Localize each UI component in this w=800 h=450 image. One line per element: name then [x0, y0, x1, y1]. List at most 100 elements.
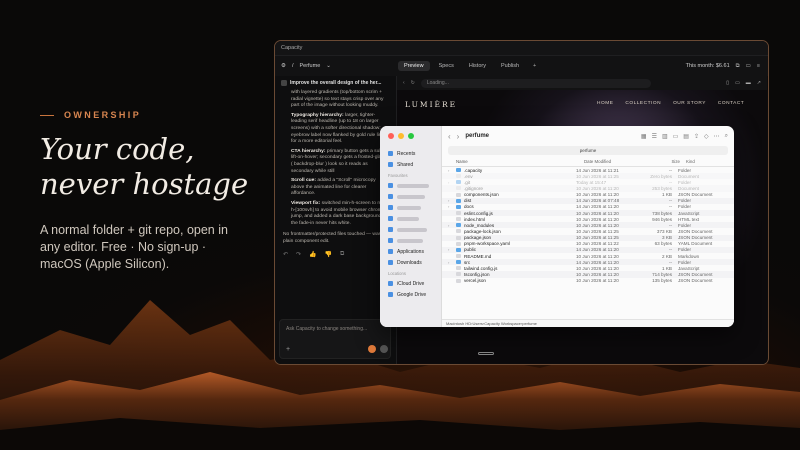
undo-icon[interactable]: ↶	[283, 251, 288, 258]
disclosure-triangle-icon[interactable]: ›	[448, 204, 456, 209]
file-size: 1 KB	[662, 192, 672, 198]
disclosure-triangle-icon[interactable]: ›	[448, 198, 456, 203]
file-row[interactable]: .gitignore 10 Jun 2026 at 11:20 253 bytes D…	[442, 185, 734, 192]
site-nav-item[interactable]: OUR STORY	[673, 101, 706, 106]
file-row[interactable]: tsconfig.json 10 Jun 2026 at 11:20 714 byt…	[442, 271, 734, 278]
sidebar-item-applications[interactable]: Applications	[380, 246, 441, 257]
status-path-segment[interactable]: perfume	[522, 321, 537, 326]
sidebar-item-favorite[interactable]	[380, 213, 441, 224]
thumbs-down-icon[interactable]: 👎	[325, 251, 332, 258]
tag-icon[interactable]: ◇	[704, 133, 709, 140]
tab-specs[interactable]: Specs	[433, 61, 460, 71]
sidebar-item-label: Google Drive	[397, 291, 427, 298]
tablet-icon[interactable]: ▭	[735, 80, 740, 86]
sidebar-item-favorite[interactable]	[380, 191, 441, 202]
sidebar-item-shared[interactable]: Shared	[380, 159, 441, 170]
external-link-icon[interactable]: ↗	[757, 80, 761, 86]
copy-icon[interactable]: ⧉	[340, 251, 344, 258]
sidebar-item-favorite[interactable]	[380, 235, 441, 246]
attach-icon[interactable]: +	[286, 346, 290, 353]
file-row[interactable]: › dist 14 Jun 2026 at 07:48 -- Folder	[442, 197, 734, 204]
file-row[interactable]: › src 14 Jun 2026 at 11:20 -- Folder	[442, 259, 734, 266]
sidebar-item-recents[interactable]: Recents	[380, 148, 441, 159]
forward-icon[interactable]: ›	[457, 132, 460, 141]
sidebar-item-google-drive[interactable]: Google Drive	[380, 289, 441, 300]
disclosure-triangle-icon[interactable]: ›	[448, 168, 456, 173]
app-toolbar: ⚙ / Perfume ⌄ Preview Specs History Publish…	[275, 56, 768, 76]
site-nav-item[interactable]: HOME	[597, 101, 613, 106]
tab-publish[interactable]: Publish	[495, 61, 525, 71]
send-button[interactable]	[380, 345, 388, 353]
phone-icon[interactable]: ▯	[726, 80, 729, 86]
file-date: 10 Jun 2026 at 11:20	[576, 253, 619, 259]
col-date[interactable]: Date Modified	[584, 159, 650, 164]
file-row[interactable]: package.json 10 Jun 2026 at 11:25 3 KB JSON…	[442, 234, 734, 241]
file-row[interactable]: › docs 14 Jun 2026 at 11:20 -- Folder	[442, 204, 734, 210]
sidebar-item-icloud-drive[interactable]: iCloud Drive	[380, 278, 441, 289]
minimize-button[interactable]	[398, 133, 404, 139]
status-path-segment[interactable]: Capacity Workspace	[484, 321, 521, 326]
menu-icon[interactable]: ≡	[757, 63, 760, 70]
sidebar-item-downloads[interactable]: Downloads	[380, 257, 441, 268]
search-icon[interactable]: ⌕	[725, 133, 728, 140]
locations-label: Locations	[388, 271, 406, 276]
file-name-cell: › docs	[448, 204, 576, 209]
file-row[interactable]: index.html 10 Jun 2026 at 11:20 946 bytes H…	[442, 216, 734, 222]
folder-icon[interactable]: ▭	[746, 63, 751, 70]
split-view-icon[interactable]: ⧉	[736, 63, 740, 70]
file-row[interactable]: vercel.json 10 Jun 2026 at 11:20 135 bytes…	[442, 278, 734, 284]
site-nav-item[interactable]: CONTACT	[718, 101, 744, 106]
close-button[interactable]	[388, 133, 394, 139]
tab-preview[interactable]: Preview	[398, 61, 430, 71]
disclosure-triangle-icon[interactable]: ›	[448, 180, 456, 185]
project-switcher[interactable]: ⚙ / Perfume ⌄	[275, 63, 395, 69]
file-row[interactable]: package-lock.json 10 Jun 2026 at 11:25 373…	[442, 228, 734, 234]
file-row[interactable]: components.json 10 Jun 2026 at 11:20 1 KB J…	[442, 192, 734, 198]
reload-icon[interactable]: ↻	[411, 80, 415, 86]
disclosure-triangle-icon[interactable]: ›	[448, 260, 456, 265]
column-view-icon[interactable]: ▥	[662, 133, 668, 140]
chat-input[interactable]: Ask Capacity to change something... +	[279, 319, 391, 359]
status-path-segment[interactable]: Macintosh HD	[446, 321, 471, 326]
file-kind: Folder	[678, 247, 692, 253]
file-row[interactable]: pnpm-workspace.yaml 10 Jun 2026 at 11:22 6…	[442, 241, 734, 247]
share-icon[interactable]: ⇪	[694, 133, 699, 140]
subcopy: A normal folder + git repo, open in any …	[40, 223, 228, 271]
address-field[interactable]: Loading...	[420, 78, 651, 88]
back-icon[interactable]: ‹	[403, 80, 405, 86]
file-name-cell: tsconfig.json	[448, 272, 576, 277]
zoom-button[interactable]	[408, 133, 414, 139]
more-icon[interactable]: ⋯	[714, 133, 720, 140]
file-row[interactable]: › public 14 Jun 2026 at 11:20 -- Folder	[442, 246, 734, 253]
thumbs-up-icon[interactable]: 👍	[309, 251, 316, 258]
list-view-icon[interactable]: ☰	[652, 133, 657, 140]
group-icon[interactable]: ▤	[683, 133, 689, 140]
col-kind[interactable]: Kind	[684, 159, 734, 164]
disclosure-triangle-icon[interactable]: ›	[448, 223, 456, 228]
gallery-view-icon[interactable]: ▭	[673, 133, 679, 140]
response-intro: with layered gradients (top/bottom scrim…	[291, 90, 384, 109]
settings-icon[interactable]: ⚙	[281, 63, 286, 69]
stop-button[interactable]	[368, 345, 376, 353]
file-row[interactable]: › node_modules 10 Jun 2026 at 11:20 -- Folde…	[442, 222, 734, 229]
col-size[interactable]: Size	[650, 159, 684, 164]
redo-icon[interactable]: ↷	[296, 251, 301, 258]
grid-view-icon[interactable]: ▦	[641, 133, 647, 140]
sidebar-item-favorite[interactable]	[380, 180, 441, 191]
file-row[interactable]: eslint.config.js 10 Jun 2026 at 11:20 738 …	[442, 209, 734, 217]
document-icon	[456, 211, 461, 216]
site-nav-item[interactable]: COLLECTION	[625, 101, 661, 106]
file-name-cell: components.json	[448, 192, 576, 197]
sidebar-item-favorite[interactable]	[380, 202, 441, 213]
back-icon[interactable]: ‹	[448, 132, 451, 141]
col-name[interactable]: Name	[456, 159, 584, 164]
sidebar-item-favorite[interactable]	[380, 224, 441, 235]
tab-history[interactable]: History	[463, 61, 492, 71]
desktop-icon[interactable]: ▬	[746, 80, 751, 86]
add-tab-icon[interactable]: +	[533, 63, 536, 69]
status-path-segment[interactable]: Users	[472, 321, 482, 326]
file-date: 10 Jun 2026 at 11:20	[576, 216, 619, 222]
file-row[interactable]: tailwind.config.js 10 Jun 2026 at 11:20 1 …	[442, 265, 734, 271]
file-row[interactable]: README.md 10 Jun 2026 at 11:20 2 KB Markdow…	[442, 253, 734, 259]
disclosure-triangle-icon[interactable]: ›	[448, 247, 456, 252]
